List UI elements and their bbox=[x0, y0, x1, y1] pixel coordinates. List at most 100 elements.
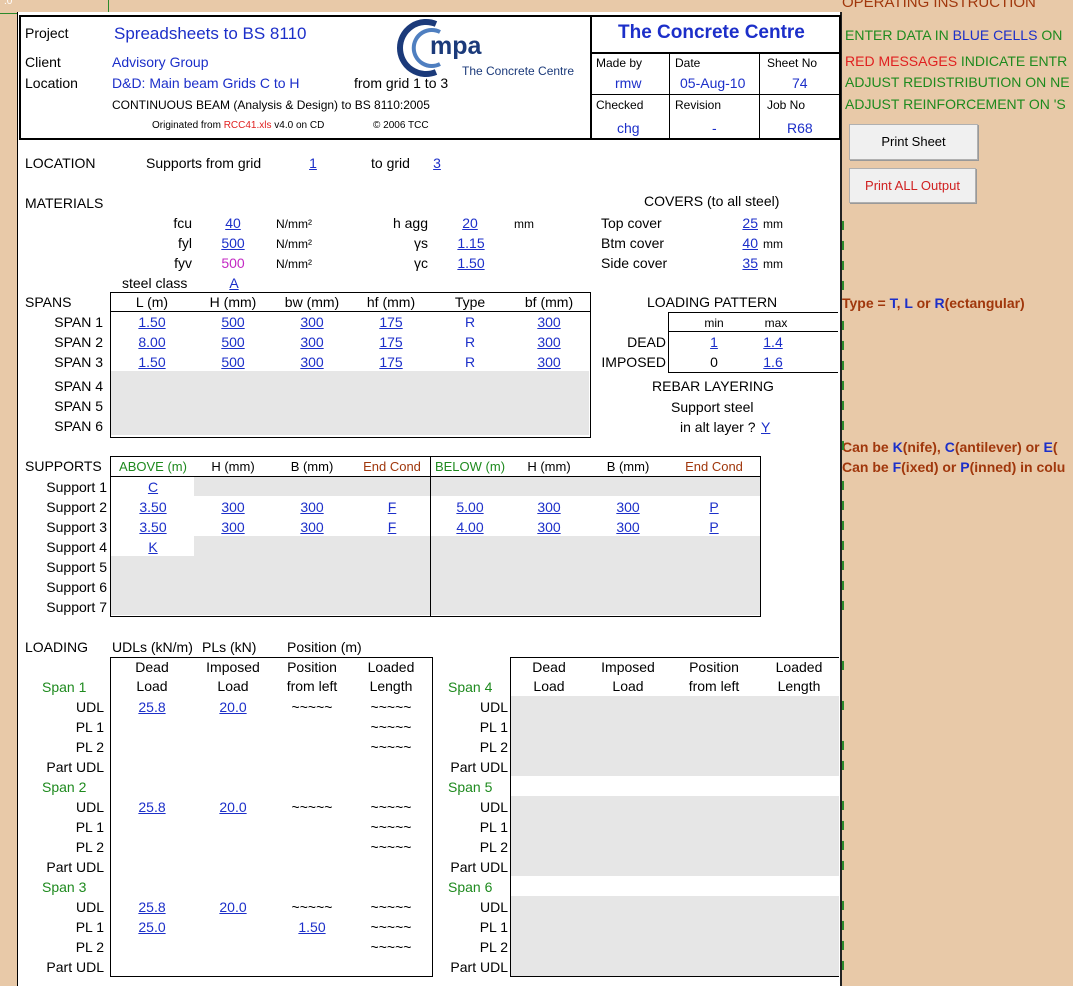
loading-cell[interactable]: 1.50 bbox=[272, 919, 352, 935]
loading-span-label: Span 4 bbox=[448, 679, 493, 695]
cell-marker bbox=[842, 481, 844, 490]
fyv-unit: N/mm² bbox=[276, 257, 312, 271]
rebar-support-steel: Support steel bbox=[671, 399, 754, 415]
span-cell[interactable]: 300 bbox=[272, 334, 352, 350]
lp-dead-min[interactable]: 1 bbox=[694, 334, 734, 350]
span-cell[interactable]: 500 bbox=[193, 354, 273, 370]
logo-text: mpa bbox=[430, 32, 482, 60]
loading-col-header-top: Imposed bbox=[206, 659, 260, 675]
spans-col-header: bf (mm) bbox=[524, 294, 574, 310]
support-cell[interactable]: 5.00 bbox=[430, 499, 510, 515]
spans-col-header: L (m) bbox=[135, 294, 169, 310]
lp-imposed-max[interactable]: 1.6 bbox=[753, 354, 793, 370]
span-cell[interactable]: R bbox=[430, 354, 510, 370]
support-cell[interactable]: C bbox=[113, 479, 193, 495]
loading-col-header-top: Loaded bbox=[367, 659, 415, 675]
support-cell[interactable]: P bbox=[674, 519, 754, 535]
span-cell[interactable]: 175 bbox=[351, 334, 431, 350]
span-cell[interactable]: 300 bbox=[509, 334, 589, 350]
loading-row-label: PL 1 bbox=[479, 719, 508, 735]
fyl-unit: N/mm² bbox=[276, 237, 312, 251]
support-cell[interactable]: 4.00 bbox=[430, 519, 510, 535]
gamma-s-value[interactable]: 1.15 bbox=[451, 235, 491, 251]
support-cell[interactable]: 300 bbox=[509, 499, 589, 515]
span-cell[interactable]: 300 bbox=[272, 354, 352, 370]
client-value[interactable]: Advisory Group bbox=[112, 54, 208, 70]
side-cover-value[interactable]: 35 bbox=[734, 255, 758, 271]
grid-to-value[interactable]: 3 bbox=[427, 155, 447, 171]
project-value[interactable]: Spreadsheets to BS 8110 bbox=[114, 24, 307, 44]
loading-row-label: PL 2 bbox=[75, 939, 104, 955]
support-cell[interactable]: 300 bbox=[272, 519, 352, 535]
loading-cell[interactable]: 25.8 bbox=[112, 799, 192, 815]
lp-max-label: max bbox=[764, 316, 788, 330]
cell-marker bbox=[842, 761, 844, 770]
span-row-label: SPAN 6 bbox=[54, 418, 103, 434]
span-cell[interactable]: 1.50 bbox=[112, 354, 192, 370]
support-cell[interactable]: 300 bbox=[272, 499, 352, 515]
span-cell[interactable]: 8.00 bbox=[112, 334, 192, 350]
span-cell[interactable]: 500 bbox=[193, 314, 273, 330]
spans-col-header: H (mm) bbox=[209, 294, 257, 310]
print-all-output-button[interactable]: Print ALL Output bbox=[849, 168, 976, 203]
loading-col-header-bottom: from left bbox=[688, 678, 740, 694]
loading-cell[interactable]: 20.0 bbox=[193, 799, 273, 815]
loading-col-header-top: Dead bbox=[135, 659, 169, 675]
made-by-value[interactable]: rmw bbox=[615, 75, 641, 91]
date-value[interactable]: 05-Aug-10 bbox=[680, 75, 745, 91]
span-cell[interactable]: 300 bbox=[509, 314, 589, 330]
support-note-1: Can be K(nife), C(antilever) or E( bbox=[842, 439, 1058, 455]
support-cell[interactable]: 300 bbox=[588, 519, 668, 535]
gamma-c-value[interactable]: 1.50 bbox=[451, 255, 491, 271]
support-cell[interactable]: 300 bbox=[509, 519, 589, 535]
loading-cell[interactable]: 25.0 bbox=[112, 919, 192, 935]
steel-class-value[interactable]: A bbox=[224, 275, 244, 291]
cell-marker bbox=[842, 401, 844, 410]
supports-from-label: Supports from grid bbox=[146, 155, 262, 171]
checked-value[interactable]: chg bbox=[617, 120, 640, 136]
cell-marker bbox=[842, 241, 844, 250]
span-cell[interactable]: R bbox=[430, 334, 510, 350]
support-cell[interactable]: K bbox=[113, 539, 193, 555]
sheet-no-value[interactable]: 74 bbox=[792, 75, 808, 91]
span-cell[interactable]: 1.50 bbox=[112, 314, 192, 330]
span-cell[interactable]: 300 bbox=[272, 314, 352, 330]
loading-cell[interactable]: 25.8 bbox=[112, 899, 192, 915]
fcu-value[interactable]: 40 bbox=[218, 215, 248, 231]
location-value[interactable]: D&D: Main beam Grids C to H bbox=[112, 75, 300, 91]
fyl-value[interactable]: 500 bbox=[218, 235, 248, 251]
support-cell[interactable]: 3.50 bbox=[113, 499, 193, 515]
support-cell[interactable]: 300 bbox=[193, 499, 273, 515]
print-sheet-button[interactable]: Print Sheet bbox=[849, 124, 978, 160]
span-cell[interactable]: 300 bbox=[509, 354, 589, 370]
span-cell[interactable]: 175 bbox=[351, 314, 431, 330]
support-cell[interactable]: P bbox=[674, 499, 754, 515]
support-cell[interactable]: F bbox=[352, 499, 432, 515]
support-row-label: Support 6 bbox=[46, 579, 107, 595]
cell-marker bbox=[842, 521, 844, 530]
spans-col-header: Type bbox=[454, 294, 486, 310]
steel-class-label: steel class bbox=[122, 275, 188, 291]
lp-dead-max[interactable]: 1.4 bbox=[753, 334, 793, 350]
loading-row-label: UDL bbox=[75, 699, 104, 715]
rebar-alt-value[interactable]: Y bbox=[761, 419, 770, 435]
side-cover-unit: mm bbox=[763, 257, 783, 271]
job-no-value[interactable]: R68 bbox=[787, 120, 813, 136]
grid-from-value[interactable]: 1 bbox=[303, 155, 323, 171]
loading-cell[interactable]: 25.8 bbox=[112, 699, 192, 715]
top-cover-value[interactable]: 25 bbox=[734, 215, 758, 231]
span-cell[interactable]: R bbox=[430, 314, 510, 330]
support-cell[interactable]: F bbox=[352, 519, 432, 535]
btm-cover-value[interactable]: 40 bbox=[734, 235, 758, 251]
hagg-label: h agg bbox=[392, 215, 428, 231]
support-cell[interactable]: 300 bbox=[193, 519, 273, 535]
support-cell[interactable]: 300 bbox=[588, 499, 668, 515]
span-cell[interactable]: 175 bbox=[351, 354, 431, 370]
hagg-value[interactable]: 20 bbox=[455, 215, 485, 231]
span-cell[interactable]: 500 bbox=[193, 334, 273, 350]
revision-value[interactable]: - bbox=[712, 120, 717, 136]
loading-cell[interactable]: 20.0 bbox=[193, 899, 273, 915]
support-cell[interactable]: 3.50 bbox=[113, 519, 193, 535]
centre-title: The Concrete Centre bbox=[618, 22, 805, 43]
loading-cell[interactable]: 20.0 bbox=[193, 699, 273, 715]
